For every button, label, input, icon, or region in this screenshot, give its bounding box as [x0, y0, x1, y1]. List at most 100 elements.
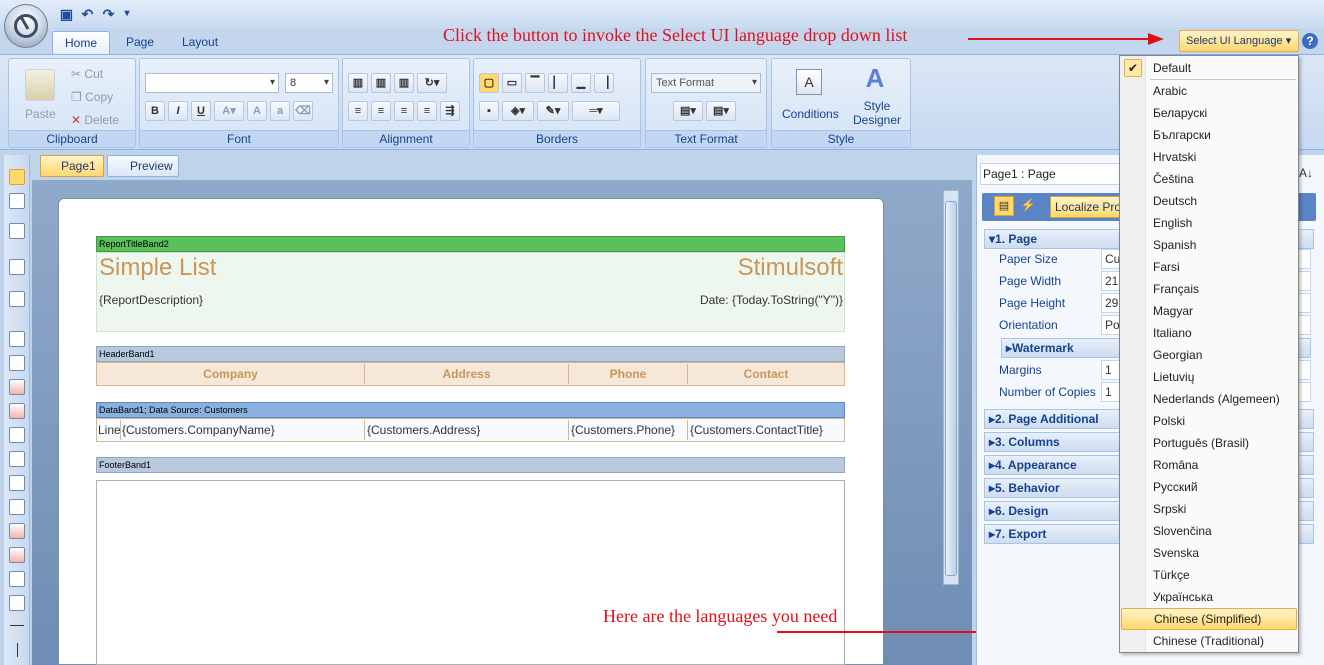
barcode-icon[interactable]: ▥: [348, 73, 368, 93]
language-item[interactable]: Български: [1121, 124, 1297, 146]
font-color-button[interactable]: A▾: [214, 101, 244, 121]
zipcode-tool-icon[interactable]: [9, 595, 25, 611]
word-wrap-icon[interactable]: ⇶: [440, 101, 460, 121]
border-color-icon[interactable]: ✎▾: [537, 101, 569, 121]
italic-button[interactable]: I: [168, 101, 188, 121]
redo-icon[interactable]: ↷: [100, 6, 117, 23]
header-phone[interactable]: Phone: [569, 364, 688, 384]
language-item[interactable]: Default: [1121, 57, 1297, 79]
report-title-band-header[interactable]: ReportTitleBand2: [96, 236, 845, 252]
language-item[interactable]: Georgian: [1121, 344, 1297, 366]
data-contact-cell[interactable]: {Customers.ContactTitle}: [688, 420, 844, 440]
page1-tab[interactable]: Page1: [40, 155, 104, 177]
scrollbar-thumb[interactable]: [945, 201, 957, 576]
language-item[interactable]: Spanish: [1121, 234, 1297, 256]
report-description-text[interactable]: {ReportDescription}: [99, 290, 559, 310]
language-item[interactable]: Italiano: [1121, 322, 1297, 344]
bottom-border-icon[interactable]: ▁: [571, 73, 591, 93]
properties-view-icon[interactable]: ▤: [994, 196, 1014, 216]
header-company[interactable]: Company: [97, 364, 365, 384]
language-item[interactable]: Hrvatski: [1121, 146, 1297, 168]
pan-tool-icon[interactable]: [9, 193, 25, 209]
report-title-band[interactable]: Simple List Stimulsoft {ReportDescriptio…: [96, 252, 845, 332]
header-band-header[interactable]: HeaderBand1: [96, 346, 845, 362]
language-item[interactable]: Srpski: [1121, 498, 1297, 520]
data-phone-cell[interactable]: {Customers.Phone}: [569, 420, 688, 440]
language-item[interactable]: Chinese (Simplified): [1121, 608, 1297, 630]
quick-access-customize-icon[interactable]: ▾: [122, 6, 132, 23]
align-center-icon[interactable]: ≡: [371, 101, 391, 121]
header-contact[interactable]: Contact: [688, 364, 844, 384]
language-item[interactable]: Polski: [1121, 410, 1297, 432]
align-right-icon[interactable]: ≡: [394, 101, 414, 121]
left-border-icon[interactable]: ▏: [548, 73, 568, 93]
conditions-button[interactable]: Conditions: [782, 107, 839, 121]
language-item[interactable]: Čeština: [1121, 168, 1297, 190]
report-title-text[interactable]: Simple List: [99, 253, 459, 285]
rotate-icon[interactable]: ↻▾: [417, 73, 447, 93]
table-tool-icon[interactable]: [9, 499, 25, 515]
tab-page[interactable]: Page: [114, 31, 166, 54]
data-band-header[interactable]: DataBand1; Data Source: Customers: [96, 402, 845, 418]
save-icon[interactable]: ▣: [58, 6, 75, 23]
cross-band-tool-icon[interactable]: [9, 259, 25, 275]
richtext-tool-icon[interactable]: [9, 355, 25, 371]
clear-format-icon[interactable]: ⌫: [293, 101, 313, 121]
language-item[interactable]: Nederlands (Algemeen): [1121, 388, 1297, 410]
language-item[interactable]: Українська: [1121, 586, 1297, 608]
underline-button[interactable]: U: [191, 101, 211, 121]
font-size-select[interactable]: 8: [285, 73, 333, 93]
language-item[interactable]: Türkçe: [1121, 564, 1297, 586]
language-item[interactable]: Deutsch: [1121, 190, 1297, 212]
localize-property-button[interactable]: Localize Pro: [1050, 196, 1122, 218]
sort-az-icon[interactable]: A↓: [1299, 166, 1313, 180]
rectangle-tool-icon[interactable]: [9, 451, 25, 467]
language-item[interactable]: Русский: [1121, 476, 1297, 498]
image-tool-icon[interactable]: [9, 379, 25, 395]
data-band[interactable]: Line {Customers.CompanyName} {Customers.…: [96, 418, 845, 442]
tab-home[interactable]: Home: [52, 31, 111, 54]
top-border-icon[interactable]: ▔: [525, 73, 545, 93]
subreport-tool-icon[interactable]: [9, 475, 25, 491]
data-company-cell[interactable]: {Customers.CompanyName}: [121, 420, 365, 440]
header-band[interactable]: Company Address Phone Contact: [96, 362, 845, 386]
barcode-tool-icon[interactable]: [9, 403, 25, 419]
bold-button[interactable]: B: [145, 101, 165, 121]
cut-button[interactable]: ✂ Cut: [71, 67, 103, 81]
report-date-text[interactable]: Date: {Today.ToString("Y")}: [597, 290, 843, 310]
border-style-icon[interactable]: ═▾: [572, 101, 620, 121]
report-company-text[interactable]: Stimulsoft: [467, 253, 843, 285]
shrink-font-icon[interactable]: a: [270, 101, 290, 121]
grow-font-icon[interactable]: A: [247, 101, 267, 121]
checkbox-tool-icon[interactable]: [9, 571, 25, 587]
chart-tool-icon[interactable]: [9, 523, 25, 539]
shape-tool-icon[interactable]: [9, 427, 25, 443]
text-tool-icon[interactable]: [9, 331, 25, 347]
align-left-icon[interactable]: ≡: [348, 101, 368, 121]
language-item[interactable]: Svenska: [1121, 542, 1297, 564]
language-item[interactable]: Lietuvių: [1121, 366, 1297, 388]
vertical-line-tool-icon[interactable]: [17, 643, 18, 657]
language-item[interactable]: Româna: [1121, 454, 1297, 476]
horizontal-line-tool-icon[interactable]: [10, 625, 24, 626]
fill-color-icon[interactable]: ◈▾: [502, 101, 534, 121]
language-item[interactable]: Slovenčina: [1121, 520, 1297, 542]
language-item[interactable]: Farsi: [1121, 256, 1297, 278]
footer-band-header[interactable]: FooterBand1: [96, 457, 845, 473]
all-borders-icon[interactable]: ▢: [479, 73, 499, 93]
help-icon[interactable]: ?: [1302, 33, 1318, 49]
paste-button[interactable]: Paste: [25, 107, 56, 121]
footer-area[interactable]: [96, 480, 845, 665]
events-view-icon[interactable]: ⚡: [1018, 196, 1038, 216]
undo-icon[interactable]: ↶: [79, 6, 96, 23]
barcode2-icon[interactable]: ▥: [371, 73, 391, 93]
format-icon[interactable]: ▤▾: [673, 101, 703, 121]
language-item[interactable]: Português (Brasil): [1121, 432, 1297, 454]
picture-tool-icon[interactable]: [9, 547, 25, 563]
language-item[interactable]: Arabic: [1121, 80, 1297, 102]
shadow-icon[interactable]: ▪: [479, 101, 499, 121]
delete-button[interactable]: ✕ Delete: [71, 113, 119, 127]
barcode3-icon[interactable]: ▥: [394, 73, 414, 93]
panel-tool-icon[interactable]: [9, 291, 25, 307]
format2-icon[interactable]: ▤▾: [706, 101, 736, 121]
